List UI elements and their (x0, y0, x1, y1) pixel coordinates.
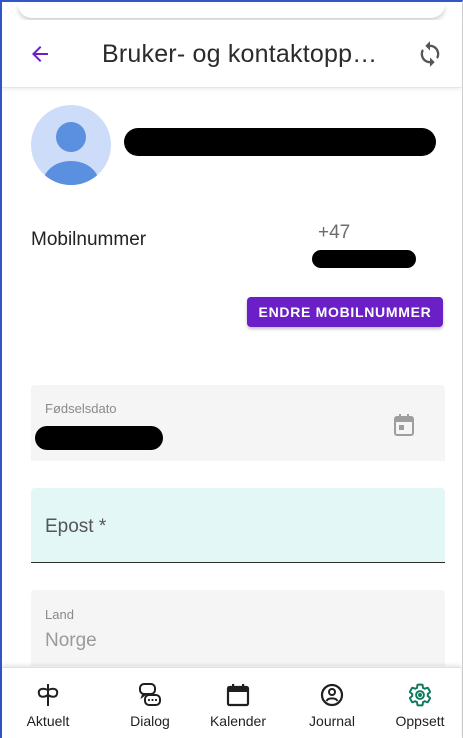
nav-label-oppsett: Oppsett (395, 713, 445, 729)
nav-item-journal[interactable]: Journal (292, 668, 372, 738)
country-field[interactable]: Land Norge (31, 590, 445, 666)
bottom-nav: Aktuelt Dialog Kalender Journal Oppsett (2, 667, 461, 738)
person-icon (43, 122, 99, 185)
nav-label-dialog: Dialog (130, 713, 170, 729)
aktuelt-icon (37, 684, 59, 706)
top-sheet-edge (18, 4, 445, 18)
birthdate-value-redacted (35, 426, 163, 450)
nav-label-kalender: Kalender (209, 713, 267, 729)
page-title: Bruker- og kontaktopp… (102, 40, 378, 68)
phone-prefix: +47 (318, 222, 351, 243)
nav-item-aktuelt[interactable]: Aktuelt (12, 668, 84, 738)
nav-item-oppsett[interactable]: Oppsett (382, 668, 458, 738)
email-field[interactable]: Epost * (31, 488, 445, 563)
email-label: Epost * (45, 516, 107, 537)
sync-icon (420, 41, 440, 67)
dialog-icon (139, 683, 161, 706)
name-redacted (124, 128, 436, 156)
sync-button[interactable] (416, 40, 444, 68)
nav-item-dialog[interactable]: Dialog (110, 668, 190, 738)
journal-icon (320, 683, 344, 707)
country-value: Norge (45, 630, 97, 651)
gear-icon (408, 683, 432, 707)
phone-number-redacted (312, 250, 416, 268)
nav-label-aktuelt: Aktuelt (26, 713, 70, 729)
birthdate-field[interactable]: Fødselsdato (31, 385, 445, 461)
country-label: Land (45, 607, 74, 622)
calendar-icon (226, 684, 250, 707)
birthdate-label: Fødselsdato (45, 401, 117, 416)
change-mobile-button[interactable]: ENDRE MOBILNUMMER (247, 297, 443, 327)
nav-label-journal: Journal (309, 713, 355, 729)
arrow-left-icon (32, 46, 48, 62)
mobile-label: Mobilnummer (31, 229, 147, 250)
nav-item-kalender[interactable]: Kalender (198, 668, 278, 738)
back-button[interactable] (28, 42, 52, 66)
app-bar: Bruker- og kontaktopp… (2, 20, 461, 88)
avatar (31, 105, 111, 185)
calendar-icon[interactable] (392, 412, 416, 438)
